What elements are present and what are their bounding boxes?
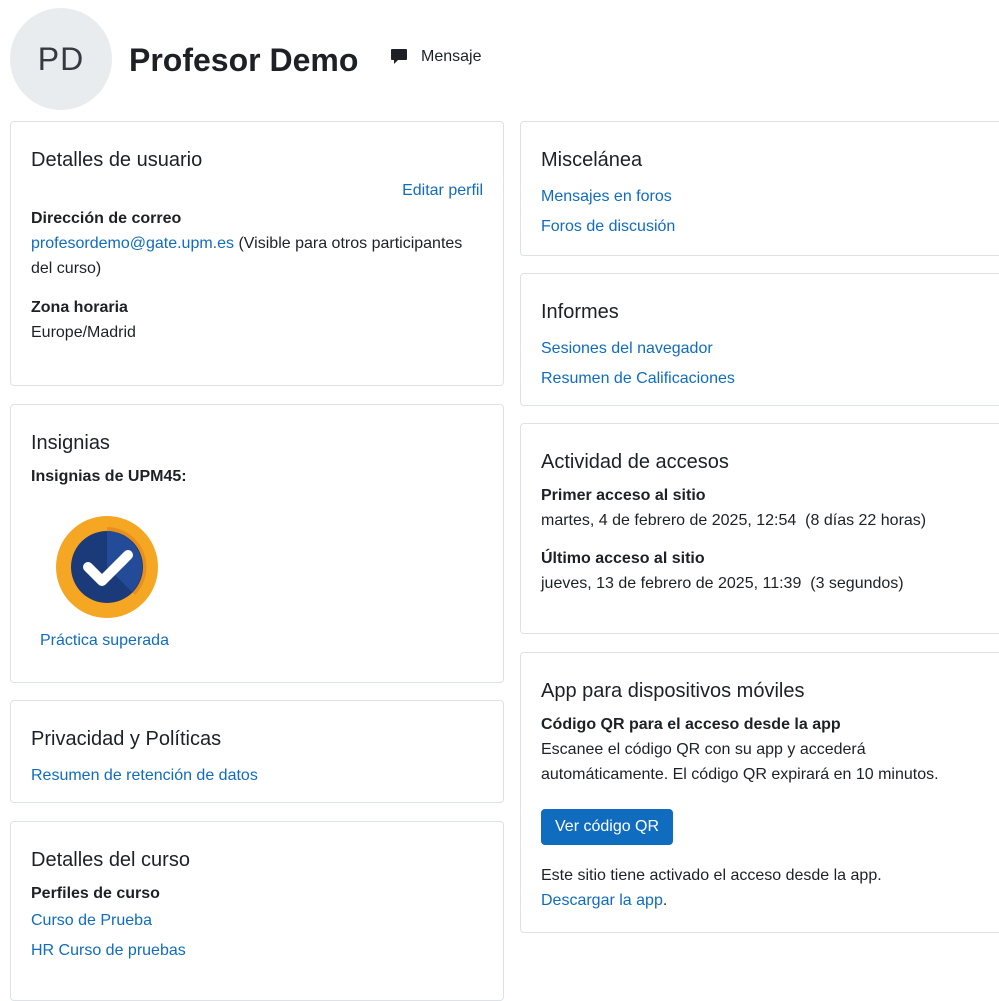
- checkmark-badge-icon[interactable]: [55, 515, 159, 619]
- data-retention-link[interactable]: Resumen de retención de datos: [31, 761, 483, 791]
- course-details-card: Detalles del curso Perfiles de curso Cur…: [10, 821, 504, 1001]
- profile-header: PD Profesor Demo Mensaje: [0, 0, 999, 115]
- first-access-value: martes, 4 de febrero de 2025, 12:54 (8 d…: [541, 512, 927, 529]
- mobile-app-title: App para dispositivos móviles: [541, 680, 805, 702]
- misc-card: Miscelánea Mensajes en foros Foros de di…: [520, 121, 999, 256]
- download-app-link[interactable]: Descargar la app: [541, 892, 663, 909]
- badges-subtitle: Insignias de UPM45:: [31, 468, 187, 485]
- grades-overview-link[interactable]: Resumen de Calificaciones: [541, 364, 989, 394]
- user-details-card: Detalles de usuario Editar perfil Direcc…: [10, 121, 504, 386]
- access-activity-card: Actividad de accesos Primer acceso al si…: [520, 423, 999, 634]
- course-link[interactable]: Curso de Prueba: [31, 906, 483, 936]
- privacy-card: Privacidad y Políticas Resumen de retenc…: [10, 700, 504, 803]
- misc-title: Miscelánea: [541, 149, 643, 171]
- email-link[interactable]: profesordemo@gate.upm.es: [31, 235, 234, 252]
- page-title: Profesor Demo: [129, 42, 359, 78]
- avatar[interactable]: PD: [10, 8, 112, 110]
- forum-posts-link[interactable]: Mensajes en foros: [541, 182, 989, 212]
- message-label: Mensaje: [421, 48, 482, 65]
- forum-discussions-link[interactable]: Foros de discusión: [541, 212, 989, 242]
- course-link[interactable]: HR Curso de pruebas: [31, 936, 483, 966]
- course-profiles-label: Perfiles de curso: [31, 885, 160, 902]
- user-details-title: Detalles de usuario: [31, 149, 203, 171]
- timezone-value: Europe/Madrid: [31, 324, 136, 341]
- speech-bubble-icon: [391, 49, 407, 64]
- qr-code-label: Código QR para el acceso desde la app: [541, 716, 841, 733]
- course-details-title: Detalles del curso: [31, 849, 190, 871]
- qr-code-description: Escanee el código QR con su app y accede…: [541, 741, 939, 783]
- privacy-title: Privacidad y Políticas: [31, 728, 222, 750]
- first-access-label: Primer acceso al sitio: [541, 487, 706, 504]
- badges-title: Insignias: [31, 432, 110, 454]
- avatar-initials: PD: [37, 40, 85, 77]
- app-enabled-text: Este sitio tiene activado el acceso desd…: [541, 867, 882, 884]
- browser-sessions-link[interactable]: Sesiones del navegador: [541, 334, 989, 364]
- access-activity-title: Actividad de accesos: [541, 451, 729, 473]
- last-access-value: jueves, 13 de febrero de 2025, 11:39 (3 …: [541, 575, 904, 592]
- mobile-app-card: App para dispositivos móviles Código QR …: [520, 652, 999, 933]
- last-access-label: Último acceso al sitio: [541, 550, 705, 567]
- download-suffix: .: [662, 892, 668, 909]
- badges-card: Insignias Insignias de UPM45: Práctica s…: [10, 404, 504, 683]
- reports-title: Informes: [541, 301, 619, 323]
- timezone-label: Zona horaria: [31, 299, 128, 316]
- view-qr-button[interactable]: Ver código QR: [541, 809, 674, 845]
- email-label: Dirección de correo: [31, 210, 182, 227]
- edit-profile-link[interactable]: Editar perfil: [402, 182, 483, 200]
- reports-card: Informes Sesiones del navegador Resumen …: [520, 273, 999, 406]
- badge-name-link[interactable]: Práctica superada: [40, 632, 169, 649]
- message-button[interactable]: Mensaje: [389, 47, 481, 67]
